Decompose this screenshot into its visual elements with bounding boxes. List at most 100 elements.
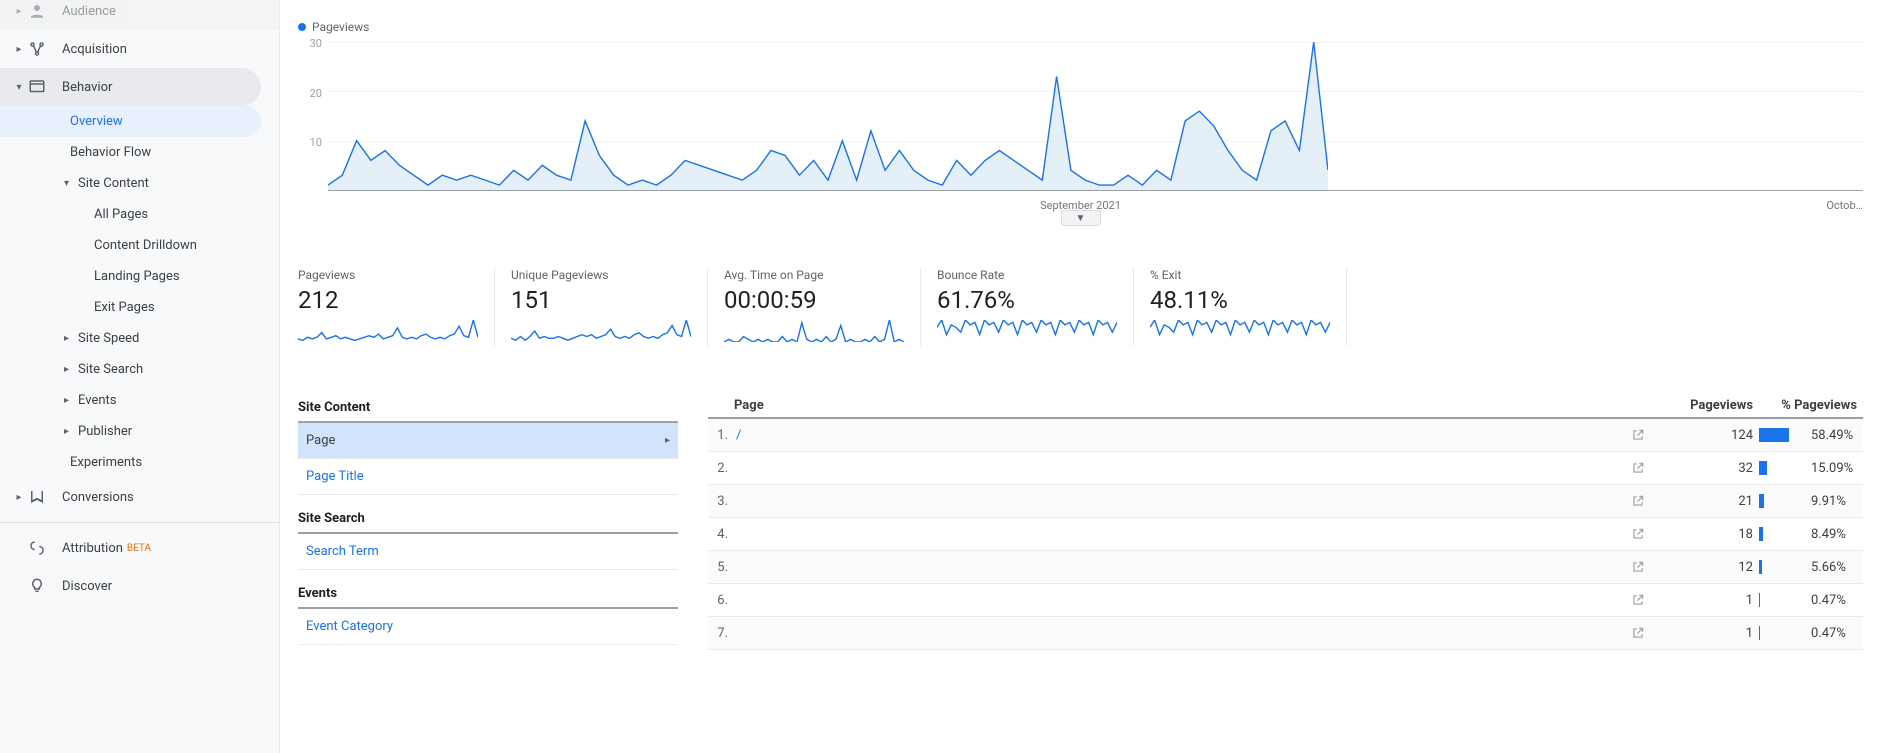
metric-card[interactable]: Bounce Rate 61.76% xyxy=(921,268,1134,346)
row-index: 6. xyxy=(708,593,728,608)
conversions-icon xyxy=(26,488,48,506)
row-pageviews: 21 xyxy=(1653,494,1753,509)
th-page[interactable]: Page xyxy=(708,398,1653,413)
sidebar-sub-site-speed[interactable]: ▸Site Speed xyxy=(0,323,279,354)
dimension-page[interactable]: Page▸ xyxy=(298,423,678,459)
divider xyxy=(0,522,279,523)
main-chart[interactable]: 30 20 10 September 2021 Octob… ▼ xyxy=(298,42,1863,212)
open-link-icon[interactable] xyxy=(1623,461,1653,476)
row-pageviews: 18 xyxy=(1653,527,1753,542)
sidebar-item-audience[interactable]: ▸ Audience xyxy=(0,0,279,30)
sidebar-sub-site-search[interactable]: ▸Site Search xyxy=(0,354,279,385)
sidebar-item-acquisition[interactable]: ▸ Acquisition xyxy=(0,30,279,68)
table-row[interactable]: 5. 12 5.66% xyxy=(708,551,1863,584)
metric-label: Avg. Time on Page xyxy=(724,268,904,282)
chart-legend: Pageviews xyxy=(298,0,1863,42)
caret-right-icon: ▸ xyxy=(64,426,74,437)
main-content: Pageviews 30 20 10 September 2021 Octob…… xyxy=(280,0,1881,753)
legend-dot-icon xyxy=(298,23,306,31)
th-pageviews[interactable]: Pageviews xyxy=(1653,398,1753,413)
sidebar-label: Acquisition xyxy=(62,42,127,57)
sidebar-sub-events[interactable]: ▸Events xyxy=(0,385,279,416)
caret-right-icon: ▸ xyxy=(64,364,74,375)
audience-icon xyxy=(26,2,48,20)
legend-label: Pageviews xyxy=(312,20,369,34)
sidebar-label: Conversions xyxy=(62,490,134,505)
row-bar xyxy=(1753,494,1811,508)
sidebar-sub-exit-pages[interactable]: Exit Pages xyxy=(0,292,279,323)
dimension-panel: Site Content Page▸ Page Title Site Searc… xyxy=(298,394,678,650)
discover-icon xyxy=(26,577,48,595)
sidebar-sub-content-drilldown[interactable]: Content Drilldown xyxy=(0,230,279,261)
row-pct: 15.09% xyxy=(1811,461,1863,476)
sidebar-item-conversions[interactable]: ▸ Conversions xyxy=(0,478,279,516)
sidebar-sub-experiments[interactable]: Experiments xyxy=(0,447,279,478)
row-index: 3. xyxy=(708,494,728,509)
metric-card[interactable]: % Exit 48.11% xyxy=(1134,268,1347,346)
beta-badge: BETA xyxy=(127,543,151,554)
sidebar-label: Attribution xyxy=(62,541,123,556)
open-link-icon[interactable] xyxy=(1623,428,1653,443)
table-row[interactable]: 4. 18 8.49% xyxy=(708,518,1863,551)
row-index: 4. xyxy=(708,527,728,542)
th-pct-pageviews[interactable]: % Pageviews xyxy=(1753,398,1863,413)
row-path[interactable]: / xyxy=(728,428,1623,443)
y-axis: 30 20 10 xyxy=(298,42,328,190)
behavior-icon xyxy=(26,78,48,96)
attribution-icon xyxy=(26,539,48,557)
metric-value: 61.76% xyxy=(937,286,1117,314)
row-pageviews: 32 xyxy=(1653,461,1753,476)
open-link-icon[interactable] xyxy=(1623,527,1653,542)
table-row[interactable]: 6. 1 0.47% xyxy=(708,584,1863,617)
row-bar xyxy=(1753,560,1811,574)
row-pct: 9.91% xyxy=(1811,494,1863,509)
metric-label: % Exit xyxy=(1150,268,1330,282)
chart-expand-handle[interactable]: ▼ xyxy=(1061,210,1101,226)
table-row[interactable]: 2. 32 15.09% xyxy=(708,452,1863,485)
caret-right-icon: ▸ xyxy=(14,44,24,55)
dimension-event-category[interactable]: Event Category xyxy=(298,609,678,645)
row-pct: 0.47% xyxy=(1811,626,1863,641)
row-index: 5. xyxy=(708,560,728,575)
sidebar-item-behavior[interactable]: ▾ Behavior xyxy=(0,68,261,106)
metric-value: 48.11% xyxy=(1150,286,1330,314)
caret-right-icon: ▸ xyxy=(64,395,74,406)
sidebar-sub-all-pages[interactable]: All Pages xyxy=(0,199,279,230)
metric-value: 212 xyxy=(298,286,478,314)
table-body: 1. / 124 58.49% 2. 32 15.09% 3. 21 9.91%… xyxy=(708,419,1863,650)
dimension-search-term[interactable]: Search Term xyxy=(298,534,678,570)
panel-heading-site-search: Site Search xyxy=(298,505,678,534)
table-row[interactable]: 7. 1 0.47% xyxy=(708,617,1863,650)
y-tick: 30 xyxy=(310,37,322,50)
sparkline xyxy=(511,320,691,342)
caret-down-icon: ▾ xyxy=(64,178,74,189)
sparkline xyxy=(937,320,1117,342)
sidebar-sub-landing-pages[interactable]: Landing Pages xyxy=(0,261,279,292)
open-link-icon[interactable] xyxy=(1623,593,1653,608)
open-link-icon[interactable] xyxy=(1623,560,1653,575)
row-pct: 0.47% xyxy=(1811,593,1863,608)
metric-label: Unique Pageviews xyxy=(511,268,691,282)
sparkline xyxy=(724,320,904,342)
row-bar xyxy=(1753,428,1811,442)
table-row[interactable]: 1. / 124 58.49% xyxy=(708,419,1863,452)
metric-card[interactable]: Avg. Time on Page 00:00:59 xyxy=(708,268,921,346)
open-link-icon[interactable] xyxy=(1623,626,1653,641)
sidebar-sub-overview[interactable]: Overview xyxy=(0,106,261,137)
table-row[interactable]: 3. 21 9.91% xyxy=(708,485,1863,518)
sparkline xyxy=(1150,320,1330,342)
dimension-page-title[interactable]: Page Title xyxy=(298,459,678,495)
sidebar-item-discover[interactable]: ▸ Discover xyxy=(0,567,279,605)
row-bar xyxy=(1753,593,1811,607)
metric-value: 00:00:59 xyxy=(724,286,904,314)
sidebar-sub-site-content[interactable]: ▾Site Content xyxy=(0,168,279,199)
open-link-icon[interactable] xyxy=(1623,494,1653,509)
row-pageviews: 1 xyxy=(1653,626,1753,641)
chart-svg xyxy=(328,42,1328,190)
sidebar-item-attribution[interactable]: ▸ Attribution BETA xyxy=(0,529,279,567)
metric-card[interactable]: Pageviews 212 xyxy=(298,268,495,346)
metric-card[interactable]: Unique Pageviews 151 xyxy=(495,268,708,346)
sidebar-sub-publisher[interactable]: ▸Publisher xyxy=(0,416,279,447)
row-bar xyxy=(1753,626,1811,640)
sidebar-sub-behavior-flow[interactable]: Behavior Flow xyxy=(0,137,279,168)
